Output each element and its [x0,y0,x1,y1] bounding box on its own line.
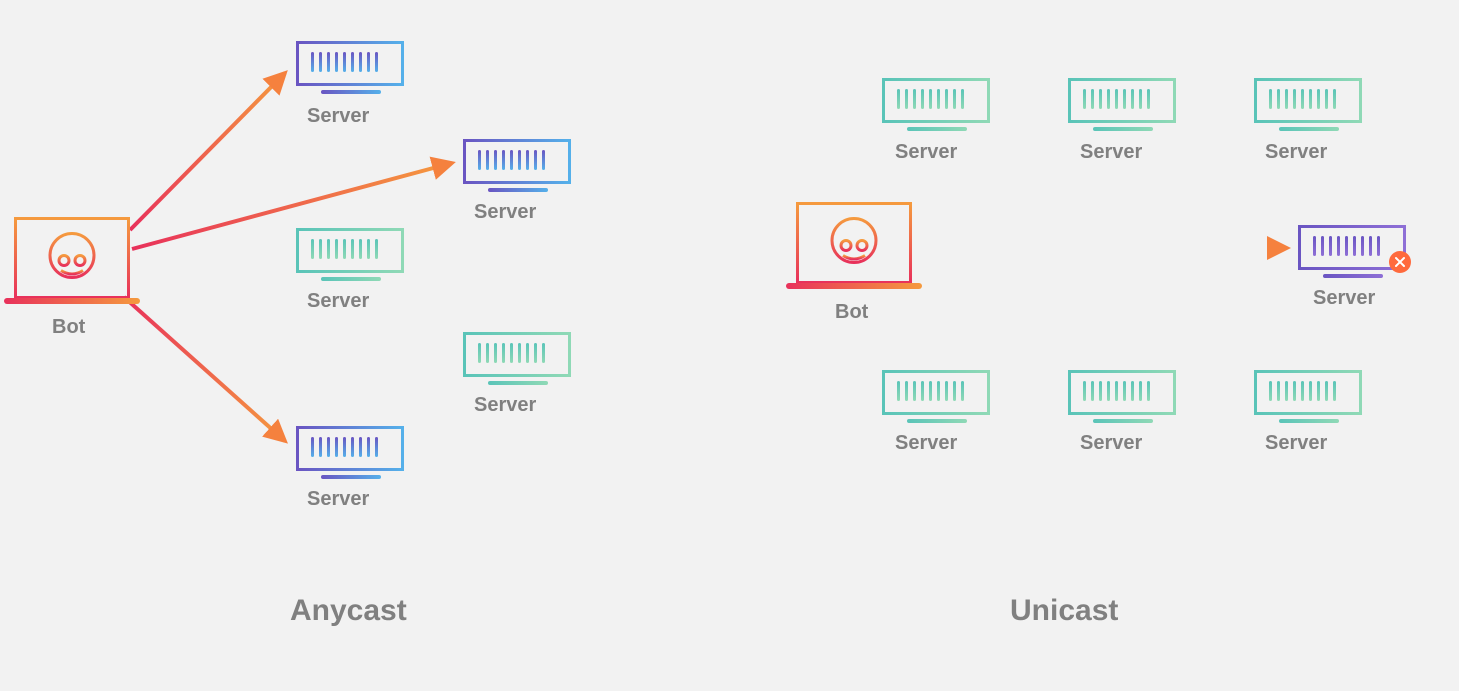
server-label: Server [307,105,369,128]
server-label: Server [307,290,369,313]
server-icon [296,41,404,86]
server-icon [1254,370,1362,415]
server-label: Server [895,432,957,455]
server-label: Server [1313,287,1375,310]
server-label: Server [895,141,957,164]
server-label: Server [474,201,536,224]
server-label: Server [1080,432,1142,455]
bot-label: Bot [52,316,85,339]
server-icon [296,426,404,471]
section-title: Unicast [1010,594,1118,628]
server-label: Server [307,488,369,511]
server-icon [882,78,990,123]
server-icon [1254,78,1362,123]
diagram-stage: Bot Server Server Server Server Server Anycast… [0,0,1459,691]
robot-face-icon [47,231,97,286]
server-icon [1068,78,1176,123]
section-title: Anycast [290,594,407,628]
server-label: Server [474,394,536,417]
bot-label: Bot [835,301,868,324]
bot-icon [14,217,130,299]
server-label: Server [1265,432,1327,455]
error-icon [1389,251,1411,273]
server-icon [463,139,571,184]
server-label: Server [1080,141,1142,164]
server-icon [1068,370,1176,415]
server-icon [882,370,990,415]
server-label: Server [1265,141,1327,164]
server-icon [296,228,404,273]
bot-icon [796,202,912,284]
server-icon [463,332,571,377]
arrow-layer [0,0,1459,691]
robot-face-icon [829,216,879,271]
